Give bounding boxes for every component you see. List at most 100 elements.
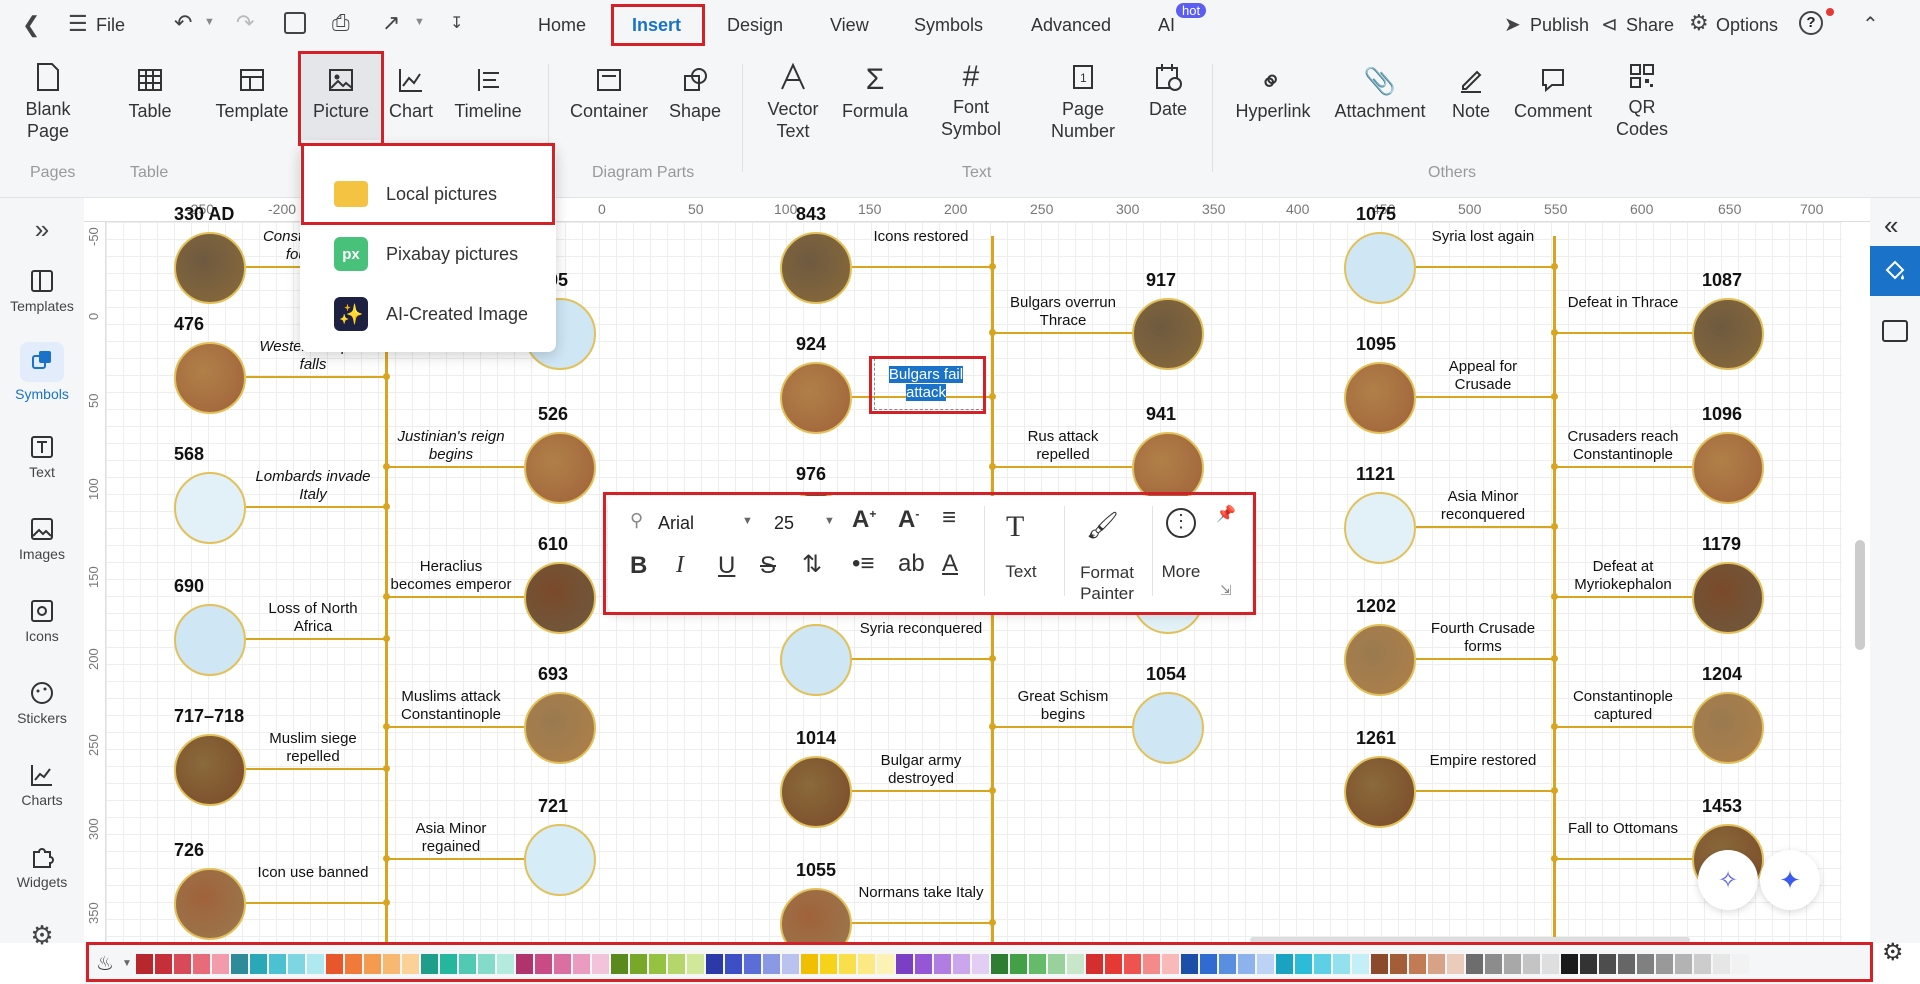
print-icon[interactable]: ⎙ <box>332 10 350 36</box>
bold-icon[interactable]: B <box>630 552 647 580</box>
tab-insert[interactable]: Insert <box>632 15 681 36</box>
presentation-icon[interactable] <box>1882 320 1908 342</box>
text-icon[interactable]: T <box>1006 510 1024 544</box>
collapse-icon[interactable]: ⌃ <box>1862 12 1879 37</box>
color-swatch[interactable] <box>421 954 438 974</box>
more-icon[interactable]: ⋮ <box>1166 508 1196 538</box>
tab-design[interactable]: Design <box>727 15 783 36</box>
event-image[interactable] <box>1344 624 1416 696</box>
color-swatch[interactable] <box>1523 954 1540 974</box>
color-swatch[interactable] <box>668 954 685 974</box>
font-color-icon[interactable]: A <box>942 550 958 578</box>
color-swatch[interactable] <box>744 954 761 974</box>
blank-page-button[interactable]: Blank Page <box>18 62 78 142</box>
event-image[interactable] <box>1692 692 1764 764</box>
color-swatch[interactable] <box>1029 954 1046 974</box>
undo-icon[interactable]: ↶ <box>174 10 192 36</box>
sidebar-item-icons[interactable]: Icons <box>0 598 84 644</box>
color-swatch[interactable] <box>1162 954 1179 974</box>
color-swatch[interactable] <box>535 954 552 974</box>
tab-view[interactable]: View <box>830 15 869 36</box>
font-size-select[interactable]: 25 ▼ <box>768 508 838 538</box>
color-swatch[interactable] <box>1542 954 1559 974</box>
color-swatch[interactable] <box>250 954 267 974</box>
ai-assistant-button[interactable]: ✦ <box>1760 850 1820 910</box>
sidebar-item-templates[interactable]: Templates <box>0 268 84 314</box>
table-button[interactable]: Table <box>122 66 178 122</box>
redo-icon[interactable]: ↷ <box>236 10 254 36</box>
event-image[interactable] <box>174 868 246 940</box>
color-swatch[interactable] <box>630 954 647 974</box>
event-image[interactable] <box>174 342 246 414</box>
publish-button[interactable]: Publish <box>1530 15 1589 36</box>
color-swatch[interactable] <box>1048 954 1065 974</box>
fill-panel-button[interactable] <box>1870 246 1920 296</box>
color-swatch[interactable] <box>1219 954 1236 974</box>
template-button[interactable]: Template <box>212 66 292 122</box>
event-image[interactable] <box>780 232 852 304</box>
color-swatch[interactable] <box>725 954 742 974</box>
help-icon[interactable]: ? <box>1799 11 1823 35</box>
color-swatch[interactable] <box>212 954 229 974</box>
share-button[interactable]: Share <box>1626 15 1674 36</box>
event-image[interactable] <box>1132 692 1204 764</box>
text-case-icon[interactable]: ab <box>898 550 925 578</box>
color-swatch[interactable] <box>269 954 286 974</box>
color-swatch[interactable] <box>1713 954 1730 974</box>
color-swatch[interactable] <box>1447 954 1464 974</box>
date-button[interactable]: Date <box>1144 62 1192 120</box>
color-swatch[interactable] <box>991 954 1008 974</box>
color-swatch[interactable] <box>1618 954 1635 974</box>
color-swatch[interactable] <box>1276 954 1293 974</box>
color-swatch[interactable] <box>687 954 704 974</box>
color-swatch[interactable] <box>1200 954 1217 974</box>
sidebar-item-images[interactable]: Images <box>0 516 84 562</box>
color-swatch[interactable] <box>763 954 780 974</box>
sidebar-item-stickers[interactable]: Stickers <box>0 680 84 726</box>
pin-icon[interactable]: 📌 <box>1216 504 1236 524</box>
sidebar-item-charts[interactable]: Charts <box>0 762 84 808</box>
color-swatch[interactable] <box>953 954 970 974</box>
color-swatch[interactable] <box>1485 954 1502 974</box>
color-swatch[interactable] <box>1333 954 1350 974</box>
color-swatch[interactable] <box>573 954 590 974</box>
color-swatch[interactable] <box>592 954 609 974</box>
event-image[interactable] <box>1692 298 1764 370</box>
color-swatch[interactable] <box>934 954 951 974</box>
color-swatch[interactable] <box>801 954 818 974</box>
more-quick-icon[interactable]: ↧ <box>450 13 463 33</box>
collapse-panel-icon[interactable]: « <box>1884 210 1898 241</box>
color-swatch[interactable] <box>1238 954 1255 974</box>
share-icon[interactable]: ⊲ <box>1601 12 1618 37</box>
bullet-list-icon[interactable]: •≡ <box>852 550 874 578</box>
publish-icon[interactable]: ➤ <box>1504 12 1521 37</box>
sidebar-item-symbols[interactable]: Symbols <box>0 342 84 402</box>
color-swatch[interactable] <box>326 954 343 974</box>
event-image[interactable] <box>780 362 852 434</box>
menu-item-ai-created-image[interactable]: ✨ AI-Created Image <box>300 286 556 342</box>
color-swatch[interactable] <box>155 954 172 974</box>
event-image[interactable] <box>1344 362 1416 434</box>
chevron-down-icon[interactable]: ▼ <box>122 958 132 969</box>
color-swatch[interactable] <box>288 954 305 974</box>
expand-sidebar-button[interactable]: » <box>0 214 84 245</box>
event-image[interactable] <box>174 472 246 544</box>
color-swatch[interactable] <box>478 954 495 974</box>
event-image[interactable] <box>174 232 246 304</box>
strikethrough-icon[interactable]: S <box>760 552 776 580</box>
color-swatch[interactable] <box>364 954 381 974</box>
vertical-scrollbar[interactable] <box>1855 540 1865 650</box>
timeline-button[interactable]: Timeline <box>452 66 524 122</box>
page-number-button[interactable]: 1 Page Number <box>1040 62 1126 142</box>
note-button[interactable]: Note <box>1446 66 1496 122</box>
color-swatch[interactable] <box>649 954 666 974</box>
fill-bucket-icon[interactable]: ♨ <box>96 951 114 976</box>
color-swatch[interactable] <box>1637 954 1654 974</box>
export-icon[interactable]: ↗ <box>382 10 400 36</box>
color-swatch[interactable] <box>877 954 894 974</box>
format-painter-icon[interactable]: 🖌 <box>1086 510 1119 541</box>
color-swatch[interactable] <box>1010 954 1027 974</box>
event-image[interactable] <box>1132 432 1204 504</box>
color-swatch[interactable] <box>1086 954 1103 974</box>
color-swatch[interactable] <box>1732 954 1749 974</box>
